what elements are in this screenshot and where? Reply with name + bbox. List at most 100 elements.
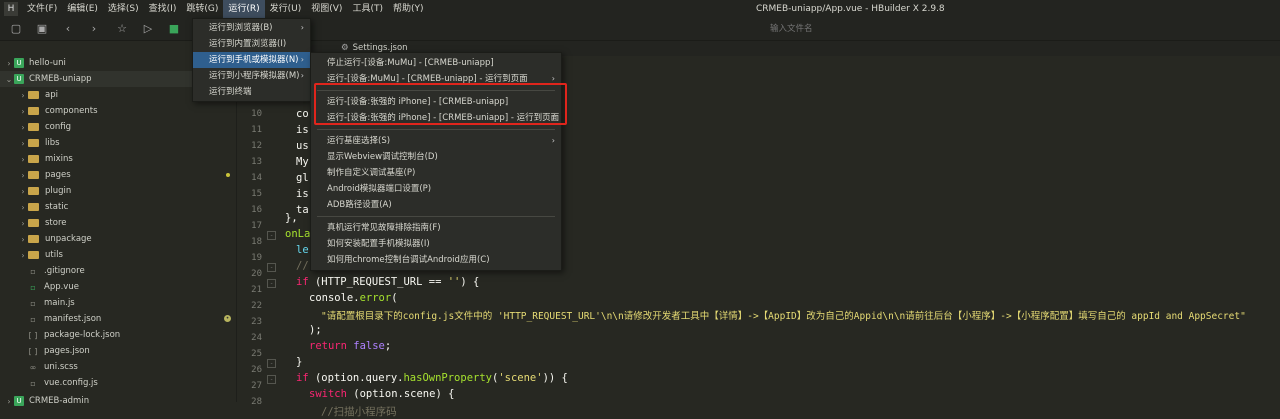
tree-folder-utils[interactable]: › utils xyxy=(0,247,236,263)
tree-file-vue-config-js[interactable]: ▫ vue.config.js xyxy=(0,375,236,391)
code-fragment: switch xyxy=(309,388,347,400)
line-number: 20 xyxy=(251,269,262,279)
window-title: CRMEB-uniapp/App.vue - HBuilder X 2.9.8 xyxy=(756,4,945,14)
tree-folder-store[interactable]: › store xyxy=(0,215,236,231)
json-file-icon: [ ] xyxy=(28,346,38,356)
folder-icon xyxy=(28,139,39,147)
menu-chrome-debug[interactable]: 如何用chrome控制台调试Android应用(C) xyxy=(311,252,561,268)
fold-toggle-icon[interactable]: - xyxy=(267,263,276,272)
menu-item-label: 真机运行常见故障排除指南(F) xyxy=(327,223,441,233)
menu-stop-run-mumu[interactable]: 停止运行-[设备:MuMu] - [CRMEB-uniapp] xyxy=(311,55,561,71)
menu-run[interactable]: 运行(R) xyxy=(223,0,265,18)
code-line: ta xyxy=(296,204,309,216)
tree-item-label: libs xyxy=(45,138,60,148)
tree-file-package-lock-json[interactable]: [ ] package-lock.json xyxy=(0,327,236,343)
chevron-right-icon[interactable]: › xyxy=(18,219,28,228)
menu-item-label: 停止运行-[设备:MuMu] - [CRMEB-uniapp] xyxy=(327,58,494,68)
menu-adb-path[interactable]: ADB路径设置(A) xyxy=(311,197,561,213)
menu-find[interactable]: 查找(I) xyxy=(144,0,182,18)
code-fragment: )) { xyxy=(542,372,568,384)
js-file-icon: ▫ xyxy=(30,298,36,308)
tree-file-pages-json[interactable]: [ ] pages.json xyxy=(0,343,236,359)
menu-run-browser[interactable]: 运行到浏览器(B) › xyxy=(193,20,310,36)
chevron-right-icon[interactable]: › xyxy=(18,123,28,132)
chevron-right-icon[interactable]: › xyxy=(18,91,28,100)
tree-item-label: .gitignore xyxy=(44,266,85,276)
back-arrow-icon[interactable]: ‹ xyxy=(60,21,76,37)
chevron-right-icon[interactable]: › xyxy=(18,107,28,116)
line-number: 19 xyxy=(251,253,262,263)
fold-toggle-icon[interactable]: - xyxy=(267,375,276,384)
menu-view[interactable]: 视图(V) xyxy=(306,0,347,18)
file-search-input[interactable] xyxy=(766,21,974,37)
tree-file-main-js[interactable]: ▫ main.js xyxy=(0,295,236,311)
chevron-right-icon[interactable]: › xyxy=(4,59,14,68)
chevron-right-icon[interactable]: › xyxy=(18,187,28,196)
menu-run-builtin-browser[interactable]: 运行到内置浏览器(I) xyxy=(193,36,310,52)
menu-base-select[interactable]: 运行基座选择(S) › xyxy=(311,133,561,149)
chevron-right-icon[interactable]: › xyxy=(18,155,28,164)
code-fragment: ); xyxy=(309,324,322,336)
fold-toggle-icon[interactable]: - xyxy=(267,279,276,288)
menu-item-label: 运行到内置浏览器(I) xyxy=(209,39,287,49)
code-fragment: ta xyxy=(296,204,309,216)
tree-folder-config[interactable]: › config xyxy=(0,119,236,135)
menu-run-device-emulator[interactable]: 运行到手机或模拟器(N) › xyxy=(193,52,310,68)
bookmark-icon[interactable]: ☆ xyxy=(114,21,130,37)
chevron-right-icon[interactable]: › xyxy=(4,397,14,406)
menu-tools[interactable]: 工具(T) xyxy=(347,0,388,18)
fold-toggle-icon[interactable]: - xyxy=(267,359,276,368)
fold-toggle-icon[interactable]: - xyxy=(267,231,276,240)
menu-select[interactable]: 选择(S) xyxy=(103,0,144,18)
menu-run-terminal[interactable]: 运行到终端 xyxy=(193,84,310,100)
tree-item-label: CRMEB-uniapp xyxy=(29,74,92,84)
chevron-right-icon[interactable]: › xyxy=(18,251,28,260)
menu-item-label: 运行基座选择(S) xyxy=(327,136,391,146)
tree-item-label: api xyxy=(45,90,58,100)
chevron-right-icon: › xyxy=(300,23,304,32)
tree-folder-pages[interactable]: › pages xyxy=(0,167,236,183)
menu-publish[interactable]: 发行(U) xyxy=(265,0,307,18)
save-icon[interactable]: ▣ xyxy=(34,21,50,37)
forward-arrow-icon[interactable]: › xyxy=(86,21,102,37)
chevron-down-icon[interactable]: ⌄ xyxy=(4,75,14,84)
code-fragment: hasOwnProperty xyxy=(403,372,492,384)
new-file-icon[interactable]: ▢ xyxy=(8,21,24,37)
menu-goto[interactable]: 跳转(G) xyxy=(181,0,223,18)
menu-emulator-setup[interactable]: 如何安装配置手机模拟器(I) xyxy=(311,236,561,252)
tree-folder-plugin[interactable]: › plugin xyxy=(0,183,236,199)
chevron-right-icon[interactable]: › xyxy=(18,171,28,180)
menu-webview-console[interactable]: 显示Webview调试控制台(D) xyxy=(311,149,561,165)
tree-file-uni-scss[interactable]: ∞ uni.scss xyxy=(0,359,236,375)
chevron-right-icon[interactable]: › xyxy=(18,235,28,244)
run-icon[interactable]: ▷ xyxy=(140,21,156,37)
tree-folder-unpackage[interactable]: › unpackage xyxy=(0,231,236,247)
menu-help[interactable]: 帮助(Y) xyxy=(388,0,429,18)
code-fragment: if xyxy=(296,276,309,288)
project-badge-icon[interactable]: ■ xyxy=(166,21,182,37)
tree-file-gitignore[interactable]: ▫ .gitignore xyxy=(0,263,236,279)
menu-edit[interactable]: 编辑(E) xyxy=(62,0,103,18)
tree-item-label: config xyxy=(45,122,72,132)
code-line: if (option.query.hasOwnProperty('scene')… xyxy=(296,372,568,384)
menu-android-port[interactable]: Android模拟器端口设置(P) xyxy=(311,181,561,197)
folder-icon xyxy=(28,107,39,115)
uniapp-project-icon: U xyxy=(14,396,24,406)
chevron-right-icon[interactable]: › xyxy=(18,139,28,148)
chevron-right-icon[interactable]: › xyxy=(18,203,28,212)
folder-icon xyxy=(28,123,39,131)
menu-custom-base[interactable]: 制作自定义调试基座(P) xyxy=(311,165,561,181)
code-line: ); xyxy=(309,324,322,336)
code-line: }, xyxy=(285,212,298,224)
menu-run-miniprogram[interactable]: 运行到小程序模拟器(M) › xyxy=(193,68,310,84)
menu-file[interactable]: 文件(F) xyxy=(22,0,62,18)
tree-folder-static[interactable]: › static xyxy=(0,199,236,215)
tree-folder-mixins[interactable]: › mixins xyxy=(0,151,236,167)
menu-troubleshoot-guide[interactable]: 真机运行常见故障排除指南(F) xyxy=(311,220,561,236)
tree-folder-libs[interactable]: › libs xyxy=(0,135,236,151)
menu-item-label: 运行到终端 xyxy=(209,87,252,97)
tree-project-crmeb-admin[interactable]: › U CRMEB-admin xyxy=(0,393,236,409)
tree-file-manifest-json[interactable]: ▫ manifest.json • xyxy=(0,311,236,327)
tree-folder-components[interactable]: › components xyxy=(0,103,236,119)
tree-file-app-vue[interactable]: ▫ App.vue xyxy=(0,279,236,295)
